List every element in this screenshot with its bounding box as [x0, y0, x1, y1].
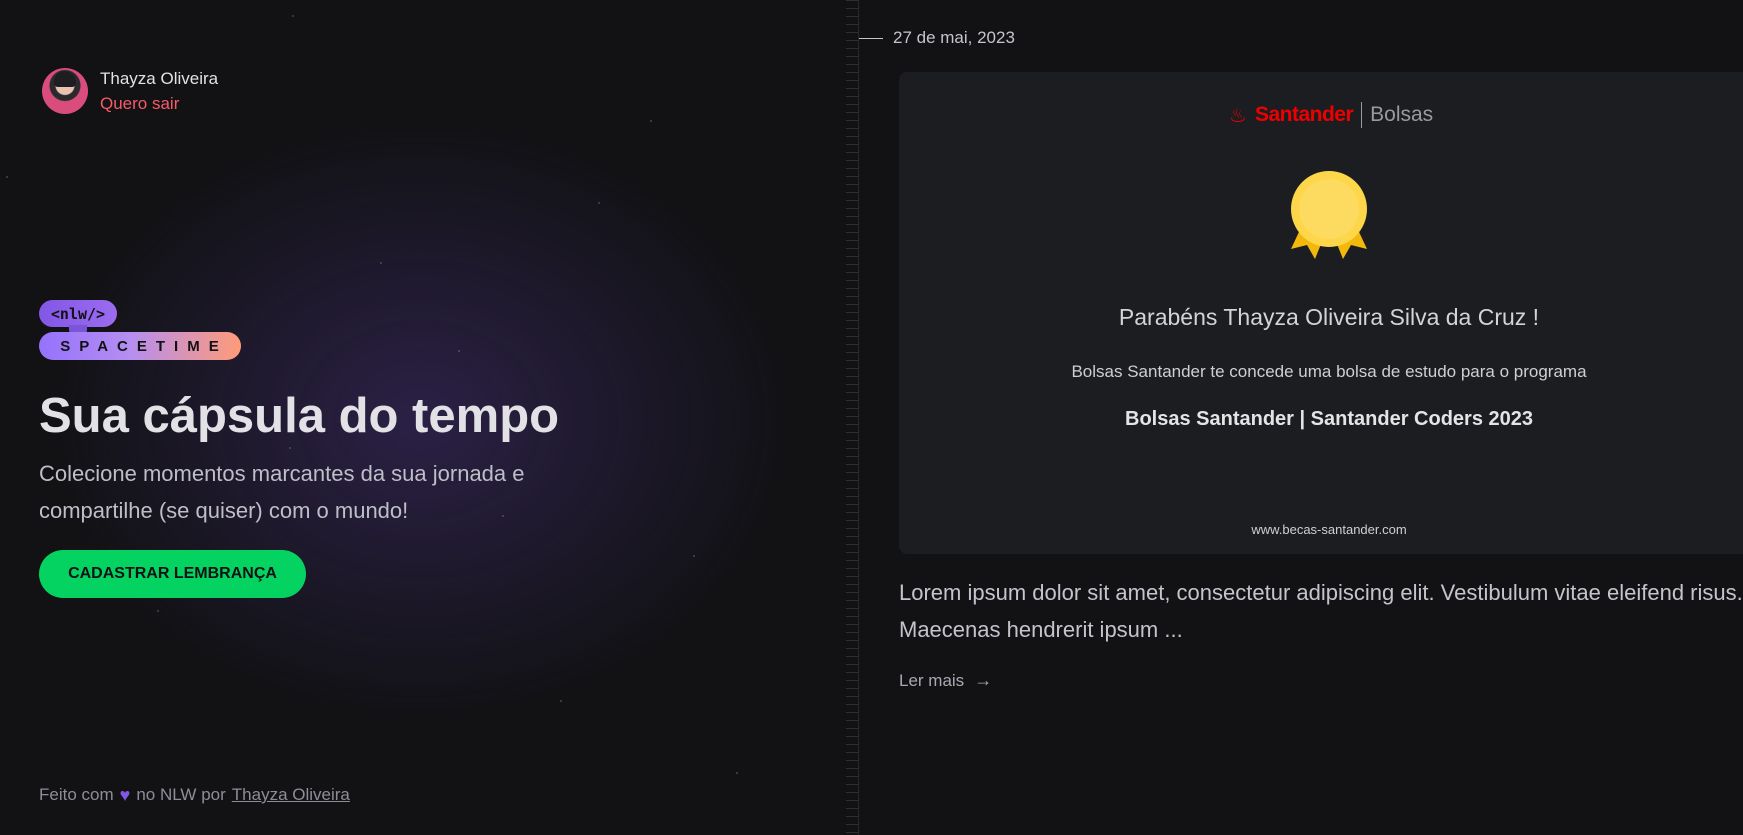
left-panel: Thayza Oliveira Quero sair <nlw/> SPACET…	[0, 0, 859, 835]
hero-title: Sua cápsula do tempo	[39, 389, 560, 443]
hero-description: Colecione momentos marcantes da sua jorn…	[39, 461, 525, 523]
heart-icon: ♥	[119, 785, 131, 805]
memory-image: ♨ Santander Bolsas Parabéns Thayza Olive…	[899, 72, 1743, 554]
logo-spacetime-badge: SPACETIME	[39, 332, 241, 360]
date-line	[859, 37, 883, 39]
author-link[interactable]: Thayza Oliveira	[232, 785, 350, 805]
santander-flame-icon: ♨	[1229, 104, 1247, 127]
logout-link[interactable]: Quero sair	[100, 94, 218, 114]
register-memory-button[interactable]: CADASTRAR LEMBRANÇA	[39, 550, 306, 598]
read-more-link[interactable]: Ler mais →	[899, 670, 992, 691]
memory-date-row: 27 de mai, 2023	[859, 28, 1015, 48]
certificate-subtitle: Bolsas Santander te concede uma bolsa de…	[1071, 362, 1587, 381]
brand-sub: Bolsas	[1370, 103, 1434, 126]
footer: Feito com ♥ no NLW por Thayza Oliveira	[39, 785, 350, 805]
profile-name: Thayza Oliveira	[100, 68, 219, 88]
logo-nlw-badge: <nlw/>	[39, 300, 117, 327]
app-root: Thayza Oliveira Quero sair <nlw/> SPACET…	[0, 0, 1743, 835]
arrow-right-icon: →	[974, 670, 993, 690]
profile-text: Thayza Oliveira Quero sair	[100, 69, 218, 114]
avatar	[42, 68, 88, 114]
certificate-program: Bolsas Santander | Santander Coders 2023	[1125, 408, 1533, 430]
footer-middle: no NLW por	[136, 785, 226, 804]
user-profile: Thayza Oliveira Quero sair	[42, 68, 218, 114]
certificate-title: Parabéns Thayza Oliveira Silva da Cruz !	[1118, 304, 1540, 330]
footer-prefix: Feito com	[39, 785, 114, 804]
memories-feed: 27 de mai, 2023 ♨ Santander Bolsas Parab…	[859, 0, 1743, 835]
memory-date: 27 de mai, 2023	[893, 28, 1015, 47]
certificate-url: www.becas-santander.com	[1251, 522, 1407, 537]
brand-separator	[1361, 102, 1363, 128]
stripe-divider	[846, 0, 858, 835]
memory-excerpt: Lorem ipsum dolor sit amet, consectetur …	[899, 580, 1743, 642]
brand-name: Santander	[1254, 103, 1354, 126]
santander-brand: ♨ Santander Bolsas	[1229, 102, 1433, 128]
read-more-label: Ler mais	[899, 670, 965, 690]
medal-icon	[1291, 171, 1367, 259]
nlw-spacetime-logo: <nlw/> SPACETIME	[39, 300, 241, 360]
